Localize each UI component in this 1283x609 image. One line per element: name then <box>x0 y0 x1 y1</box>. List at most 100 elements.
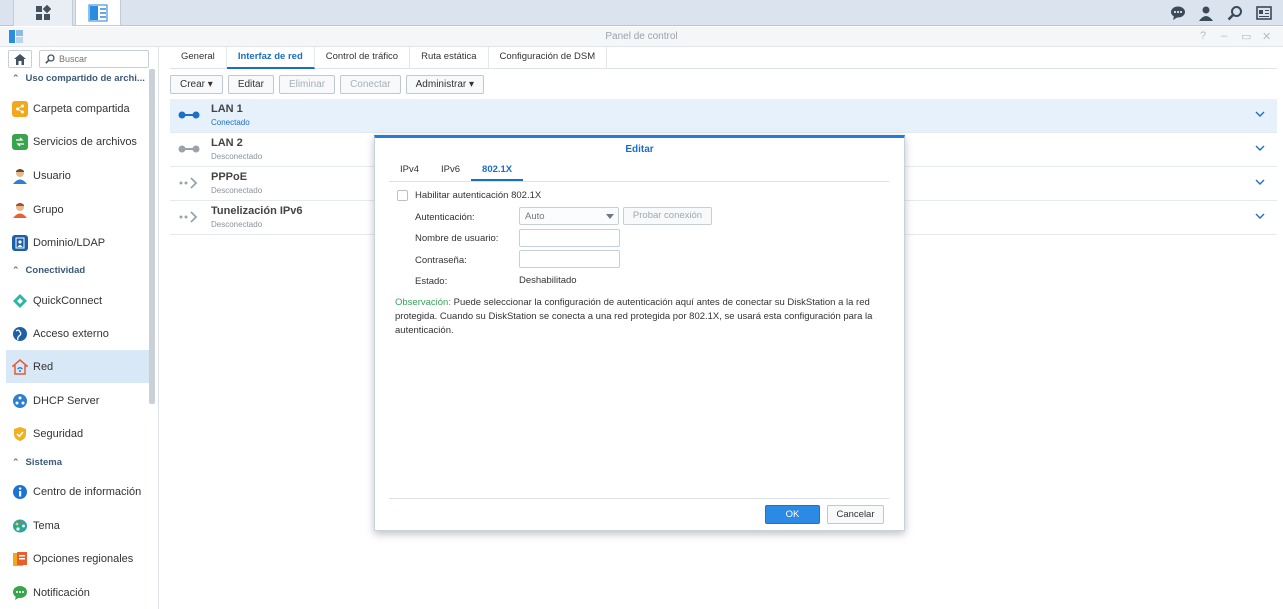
chevron-down-icon[interactable] <box>1255 178 1265 186</box>
info-icon <box>12 484 28 500</box>
password-input[interactable] <box>519 250 620 268</box>
sidebar-item-notification[interactable]: Notificación <box>6 576 149 609</box>
delete-button[interactable]: Eliminar <box>278 75 336 94</box>
chevron-down-icon[interactable] <box>1255 144 1265 152</box>
tab-ipv4[interactable]: IPv4 <box>389 160 430 181</box>
pppoe-icon <box>179 177 198 189</box>
sidebar-item-user[interactable]: Usuario <box>6 159 149 192</box>
minimize-button[interactable]: – <box>1221 30 1227 42</box>
security-icon <box>12 426 28 442</box>
section-connectivity[interactable]: ⌃ Conectividad <box>0 261 149 279</box>
chevron-down-icon[interactable] <box>1255 212 1265 220</box>
search-icon[interactable] <box>1226 4 1244 22</box>
home-button[interactable] <box>8 50 32 68</box>
chevron-down-icon[interactable] <box>1255 110 1265 118</box>
help-button[interactable]: ? <box>1200 30 1206 42</box>
sidebar-item-shared-folder[interactable]: Carpeta compartida <box>6 92 149 125</box>
window-title: Panel de control <box>605 31 678 42</box>
shared-folder-icon <box>12 100 28 117</box>
tab-dsm-settings[interactable]: Configuración de DSM <box>489 47 608 69</box>
sidebar-item-theme[interactable]: Tema <box>6 509 149 542</box>
user-menu-icon[interactable] <box>1197 4 1215 22</box>
toolbar: Crear ▾ Editar Eliminar Conectar Adminis… <box>170 75 485 95</box>
state-value: Deshabilitado <box>519 275 577 286</box>
sidebar-item-external-access[interactable]: Acceso externo <box>6 317 149 350</box>
search-icon <box>45 54 55 64</box>
file-services-icon <box>12 133 28 150</box>
interface-status: Conectado <box>211 118 250 127</box>
control-panel-icon <box>88 4 108 21</box>
sidebar-search[interactable] <box>39 50 149 68</box>
window-titlebar: Panel de control ? – ▭ ✕ <box>0 27 1283 47</box>
tab-static-route[interactable]: Ruta estática <box>410 47 489 69</box>
interface-name: LAN 1 <box>211 103 243 115</box>
sidebar-item-file-services[interactable]: Servicios de archivos <box>6 125 149 158</box>
tab-ipv6[interactable]: IPv6 <box>430 160 471 181</box>
apps-grid-icon <box>36 5 51 20</box>
show-desktop-button[interactable] <box>13 0 73 26</box>
observation-note: Observación: Puede seleccionar la config… <box>395 296 885 338</box>
password-label: Contraseña: <box>415 255 467 266</box>
test-connection-button[interactable]: Probar conexión <box>623 207 712 225</box>
main-tabs: General Interfaz de red Control de tráfi… <box>170 47 1277 69</box>
auth-label: Autenticación: <box>415 212 475 223</box>
sidebar-item-domain-ldap[interactable]: Dominio/LDAP <box>6 226 149 259</box>
control-panel-taskbar-button[interactable] <box>75 0 121 26</box>
username-input[interactable] <box>519 229 620 247</box>
dhcp-icon <box>12 393 28 409</box>
section-sharing[interactable]: ⌃ Uso compartido de archi... <box>0 69 149 87</box>
interface-row-lan1[interactable]: LAN 1 Conectado <box>170 99 1277 133</box>
interface-status: Desconectado <box>211 220 263 229</box>
sidebar-item-network[interactable]: Red <box>6 350 149 383</box>
sidebar-item-info-center[interactable]: Centro de información <box>6 475 149 508</box>
state-label: Estado: <box>415 276 448 287</box>
search-input[interactable] <box>59 54 139 64</box>
sidebar-item-group[interactable]: Grupo <box>6 193 149 226</box>
interface-status: Desconectado <box>211 152 263 161</box>
interface-name: LAN 2 <box>211 137 243 149</box>
sidebar-item-regional[interactable]: Opciones regionales <box>6 542 149 575</box>
connect-button[interactable]: Conectar <box>340 75 401 94</box>
network-icon <box>12 358 28 375</box>
notification-icon <box>12 585 28 601</box>
sidebar-item-dhcp[interactable]: DHCP Server <box>6 384 149 417</box>
username-label: Nombre de usuario: <box>415 233 499 244</box>
interface-name: PPPoE <box>211 171 248 183</box>
section-system[interactable]: ⌃ Sistema <box>0 453 149 471</box>
tab-8021x[interactable]: 802.1X <box>471 160 524 181</box>
ok-button[interactable]: OK <box>765 505 820 524</box>
dialog-footer: OK Cancelar <box>389 498 889 530</box>
tab-network-interface[interactable]: Interfaz de red <box>226 47 315 69</box>
widgets-icon[interactable] <box>1255 4 1273 22</box>
user-icon <box>12 168 28 184</box>
tunnel-icon <box>179 211 198 223</box>
note-prefix: Observación: <box>395 297 451 308</box>
taskbar <box>0 0 1283 26</box>
theme-icon <box>12 518 28 534</box>
edit-button[interactable]: Editar <box>227 75 274 94</box>
enable-8021x-checkbox[interactable] <box>397 190 408 201</box>
chat-icon[interactable] <box>1169 4 1187 22</box>
lan-connected-icon <box>178 111 200 119</box>
quickconnect-icon <box>12 293 28 309</box>
dialog-tabs: IPv4 IPv6 802.1X <box>389 160 889 182</box>
home-icon <box>14 53 26 65</box>
create-button[interactable]: Crear ▾ <box>170 75 223 94</box>
manage-button[interactable]: Administrar ▾ <box>405 75 485 94</box>
sidebar: ⌃Uso compartido de archi... Carpeta comp… <box>0 47 159 609</box>
note-text: Puede seleccionar la configuración de au… <box>395 297 873 336</box>
external-access-icon <box>12 326 28 342</box>
tab-general[interactable]: General <box>170 47 227 69</box>
dialog-title: Editar <box>625 144 654 155</box>
sidebar-item-quickconnect[interactable]: QuickConnect <box>6 284 149 317</box>
sidebar-scrollbar[interactable] <box>149 69 155 404</box>
maximize-button[interactable]: ▭ <box>1241 30 1251 43</box>
auth-select[interactable]: Auto <box>519 207 619 225</box>
cancel-button[interactable]: Cancelar <box>827 505 884 524</box>
sidebar-item-security[interactable]: Seguridad <box>6 417 149 450</box>
regional-icon <box>12 551 28 567</box>
close-button[interactable]: ✕ <box>1262 30 1271 43</box>
interface-status: Desconectado <box>211 186 263 195</box>
tab-traffic-control[interactable]: Control de tráfico <box>315 47 411 69</box>
chevron-up-icon: ⌃ <box>12 72 20 83</box>
